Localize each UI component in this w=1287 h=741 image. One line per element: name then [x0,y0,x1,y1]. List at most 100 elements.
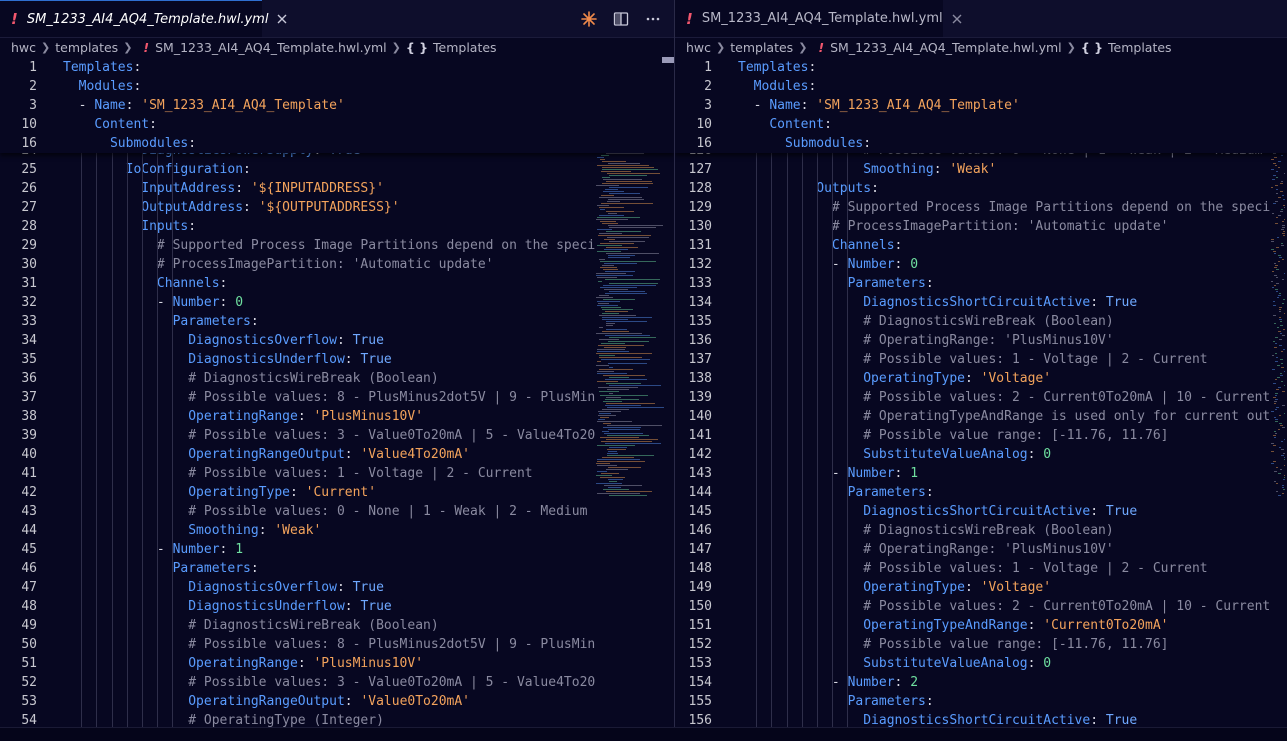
more-actions-icon[interactable] [644,10,662,28]
tab-template-file[interactable]: ! SM_1233_AI4_AQ4_Template.hwl.yml [0,0,287,37]
code-line[interactable]: 154 - Number: 2 [675,673,1265,692]
breadcrumb-item-symbol[interactable]: Templates [1108,40,1172,55]
status-item[interactable] [1210,728,1222,741]
code-line[interactable]: 37 # Possible values: 8 - PlusMinus2dot5… [0,388,595,407]
bell-icon[interactable] [1238,728,1250,741]
code-line[interactable]: 51 OperatingRange: 'PlusMinus10V' [0,654,590,673]
minimap-line [1271,249,1274,250]
sticky-scroll-header[interactable]: 1 Templates: 2 Modules: 3 - Name: 'SM_1233_… [675,57,1287,153]
code-line[interactable]: 128 Outputs: [675,179,1265,198]
code-line[interactable]: 46 Parameters: [0,559,590,578]
code-line[interactable]: 131 Channels: [675,236,1265,255]
code-line[interactable]: 147 # OperatingRange: 'PlusMinus10V' [675,540,1265,559]
code-line[interactable]: 144 Parameters: [675,483,1265,502]
code-line[interactable]: 127 Smoothing: 'Weak' [675,160,1265,179]
split-editor-icon[interactable] [612,10,630,28]
breadcrumb-item-file[interactable]: SM_1233_AI4_AQ4_Template.hwl.yml [830,40,1062,55]
code-line[interactable]: 35 DiagnosticsUnderflow: True [0,350,590,369]
code-line[interactable]: 39 # Possible values: 3 - Value0To20mA |… [0,426,595,445]
code-line[interactable]: 139 # Possible values: 2 - Current0To20m… [675,388,1271,407]
minimap[interactable] [1269,57,1287,727]
code-line[interactable]: 26 InputAddress: '${INPUTADDRESS}' [0,179,590,198]
indent-guide [771,153,773,727]
breadcrumb-item-templates[interactable]: templates [55,40,118,55]
code-line[interactable]: 151 OperatingTypeAndRange: 'Current0To20… [675,616,1265,635]
code-line[interactable]: 34 DiagnosticsOverflow: True [0,331,590,350]
code-line[interactable]: 135 # DiagnosticsWireBreak (Boolean) [675,312,1265,331]
code-line[interactable]: 3 - Name: 'SM_1233_AI4_AQ4_Template' [0,96,590,115]
breadcrumb-item-file[interactable]: SM_1233_AI4_AQ4_Template.hwl.yml [155,40,387,55]
minimap[interactable] [594,57,668,727]
close-icon[interactable] [277,11,287,27]
code-line[interactable]: 27 OutputAddress: '${OUTPUTADDRESS}' [0,198,590,217]
breadcrumb-item-templates[interactable]: templates [730,40,793,55]
notification-icon[interactable] [1068,728,1080,741]
code-line[interactable]: 28 Inputs: [0,217,590,236]
code-line[interactable]: 2 Modules: [0,77,590,96]
code-line[interactable]: 32 - Number: 0 [0,293,590,312]
code-line[interactable]: 136 # OperatingRange: 'PlusMinus10V' [675,331,1265,350]
code-line[interactable]: 156 DiagnosticsShortCircuitActive: True [675,711,1265,727]
code-line[interactable]: 45 - Number: 1 [0,540,590,559]
code-line[interactable]: 3 - Name: 'SM_1233_AI4_AQ4_Template' [675,96,1265,115]
code-line[interactable]: 145 DiagnosticsShortCircuitActive: True [675,502,1265,521]
code-line[interactable]: 31 Channels: [0,274,590,293]
spark-icon[interactable] [580,10,598,28]
code-line[interactable]: 48 DiagnosticsUnderflow: True [0,597,590,616]
code-line[interactable]: 142 SubstituteValueAnalog: 0 [675,445,1265,464]
code-line[interactable]: 149 OperatingType: 'Voltage' [675,578,1265,597]
code-line[interactable]: 155 Parameters: [675,692,1265,711]
code-line[interactable]: 146 # DiagnosticsWireBreak (Boolean) [675,521,1265,540]
code-line[interactable]: 132 - Number: 0 [675,255,1265,274]
code-line[interactable]: 10 Content: [675,115,1265,134]
code-line[interactable]: 141 # Possible value range: [-11.76, 11.… [675,426,1265,445]
code-line[interactable]: 30 # ProcessImagePartition: 'Automatic u… [0,255,590,274]
tab-template-file[interactable]: ! SM_1233_AI4_AQ4_Template.hwl.yml [675,0,962,37]
code-line[interactable]: 38 OperatingRange: 'PlusMinus10V' [0,407,590,426]
code-line[interactable]: 10 Content: [0,115,590,134]
code-line[interactable]: 134 DiagnosticsShortCircuitActive: True [675,293,1265,312]
code-line[interactable]: 16 Submodules: [0,134,590,153]
code-line[interactable]: 130 # ProcessImagePartition: 'Automatic … [675,217,1265,236]
code-line[interactable]: 140 # OperatingTypeAndRange is used only… [675,407,1271,426]
code-line[interactable]: 2 Modules: [675,77,1265,96]
breadcrumb-item-hwc[interactable]: hwc [686,40,711,55]
code-line[interactable]: 40 OperatingRangeOutput: 'Value4To20mA' [0,445,590,464]
code-line[interactable]: 153 SubstituteValueAnalog: 0 [675,654,1265,673]
code-editor-left[interactable]: 1 Templates: 2 Modules: 3 - Name: 'SM_1233_… [0,57,674,727]
minimap-line [599,391,619,392]
code-line[interactable]: 43 # Possible values: 0 - None | 1 - Wea… [0,502,590,521]
code-line[interactable]: 29 # Supported Process Image Partitions … [0,236,595,255]
code-line[interactable]: 143 - Number: 1 [675,464,1265,483]
code-line[interactable]: 138 OperatingType: 'Voltage' [675,369,1265,388]
code-editor-right[interactable]: 1 Templates: 2 Modules: 3 - Name: 'SM_1233_… [675,57,1287,727]
sticky-scroll-header[interactable]: 1 Templates: 2 Modules: 3 - Name: 'SM_1233_… [0,57,674,153]
code-line[interactable]: 137 # Possible values: 1 - Voltage | 2 -… [675,350,1265,369]
code-line[interactable]: 50 # Possible values: 8 - PlusMinus2dot5… [0,635,595,654]
code-line[interactable]: 1 Templates: [0,58,590,77]
code-line[interactable]: 41 # Possible values: 1 - Voltage | 2 - … [0,464,590,483]
breadcrumb-item-symbol[interactable]: Templates [433,40,497,55]
code-line[interactable]: 36 # DiagnosticsWireBreak (Boolean) [0,369,590,388]
code-line[interactable]: 1 Templates: [675,58,1265,77]
close-icon[interactable] [952,11,962,27]
tab-label: SM_1233_AI4_AQ4_Template.hwl.yml [701,11,943,26]
breadcrumb-item-hwc[interactable]: hwc [11,40,36,55]
code-line[interactable]: 42 OperatingType: 'Current' [0,483,590,502]
code-line[interactable]: 49 # DiagnosticsWireBreak (Boolean) [0,616,590,635]
code-line[interactable]: 52 # Possible values: 3 - Value0To20mA |… [0,673,595,692]
code-line[interactable]: 33 Parameters: [0,312,590,331]
status-item[interactable] [1145,728,1157,741]
code-line[interactable]: 25 IoConfiguration: [0,160,590,179]
code-line[interactable]: 133 Parameters: [675,274,1265,293]
code-line[interactable]: 16 Submodules: [675,134,1265,153]
code-line[interactable]: 150 # Possible values: 2 - Current0To20m… [675,597,1271,616]
code-line[interactable]: 148 # Possible values: 1 - Voltage | 2 -… [675,559,1265,578]
code-line[interactable]: 47 DiagnosticsOverflow: True [0,578,590,597]
code-line[interactable]: 53 OperatingRangeOutput: 'Value0To20mA' [0,692,590,711]
code-line[interactable]: 44 Smoothing: 'Weak' [0,521,590,540]
code-line[interactable]: 152 # Possible value range: [-11.76, 11.… [675,635,1265,654]
code-line[interactable]: 54 # OperatingType (Integer) [0,711,590,727]
scrollbar-slider[interactable] [662,57,674,63]
code-line[interactable]: 129 # Supported Process Image Partitions… [675,198,1271,217]
